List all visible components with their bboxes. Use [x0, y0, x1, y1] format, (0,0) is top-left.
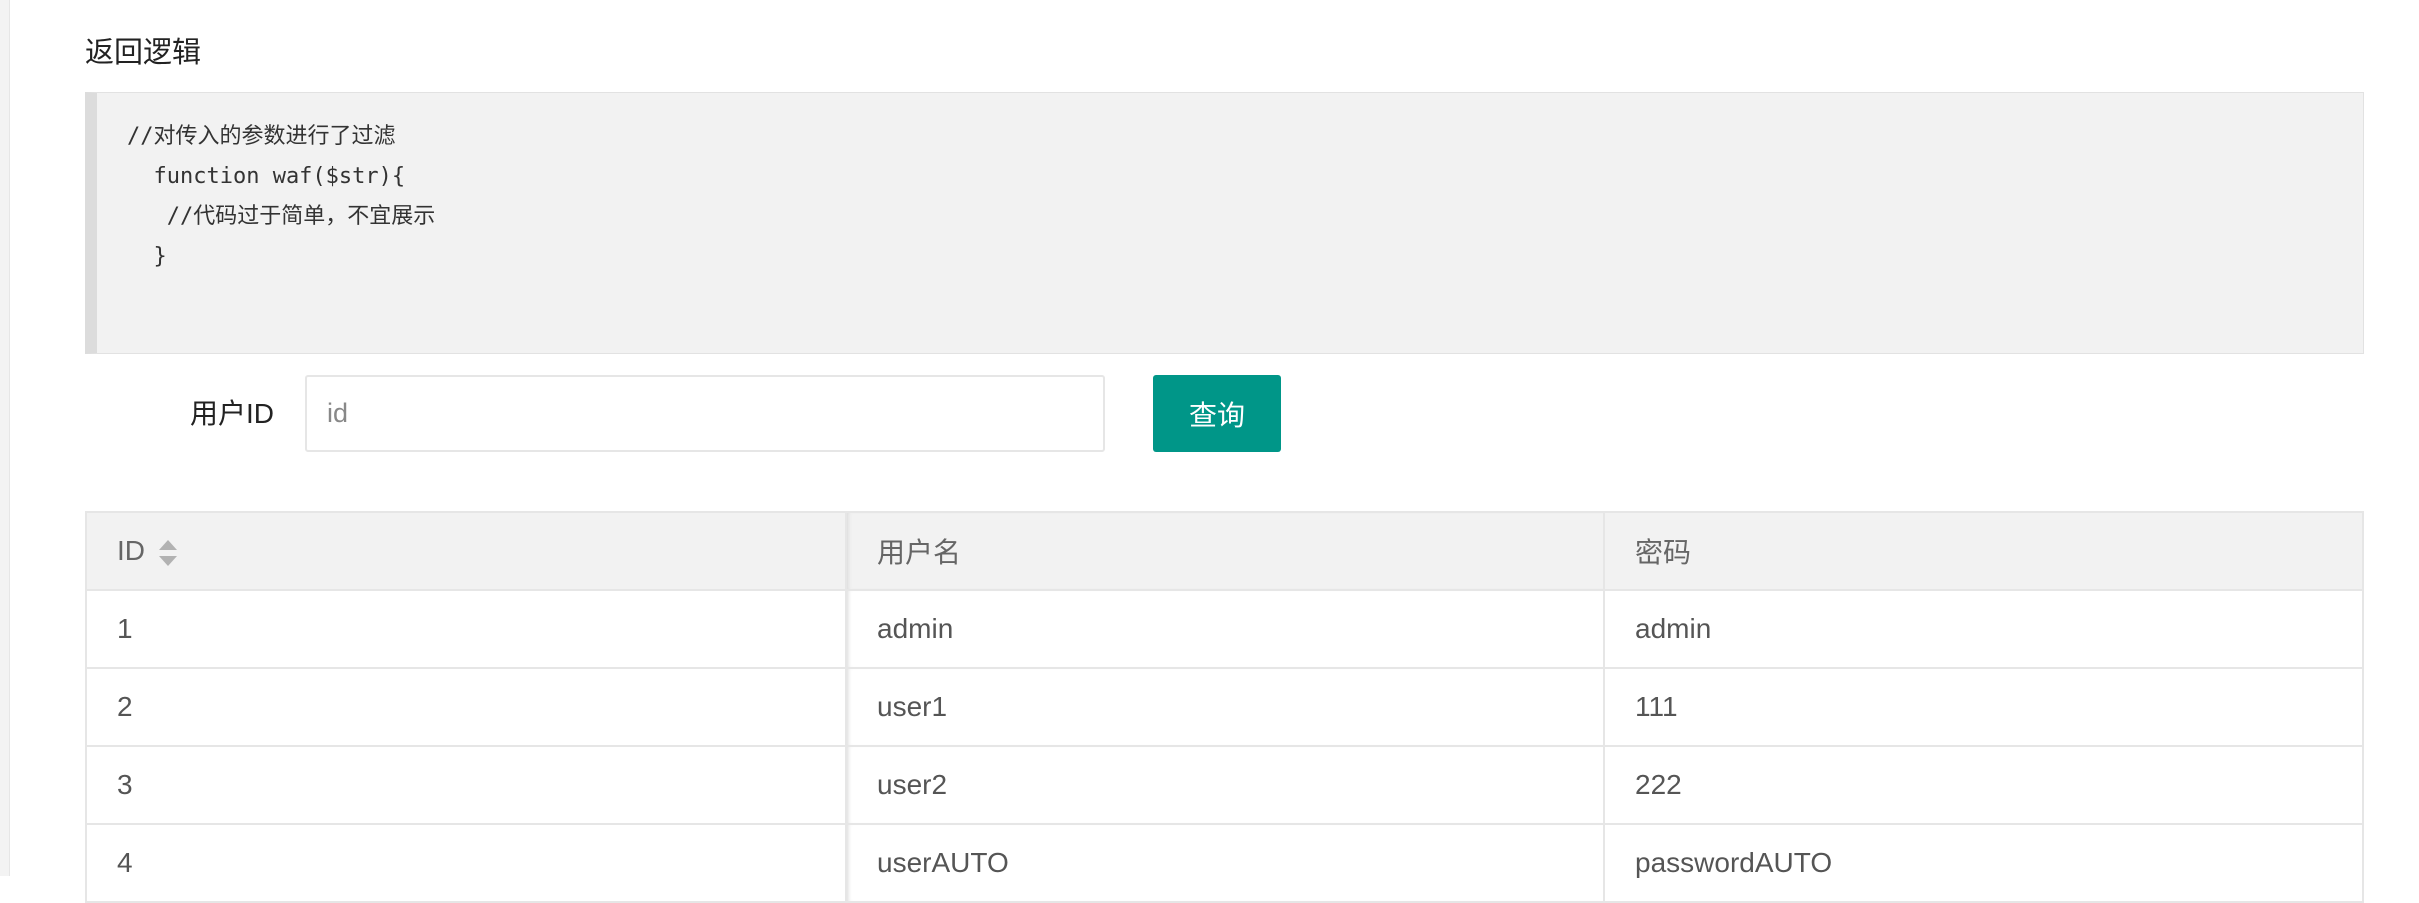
cell-username: user2	[845, 745, 1605, 825]
table-row: 1 admin admin	[85, 589, 2364, 669]
query-form: 用户ID 查询	[85, 375, 1385, 452]
cell-id: 3	[85, 745, 847, 825]
cell-username: user1	[845, 667, 1605, 747]
column-header-label: ID	[117, 535, 145, 566]
left-rail	[0, 0, 10, 876]
table-row: 4 userAUTO passwordAUTO	[85, 823, 2364, 903]
code-line: function waf($str){	[127, 164, 406, 189]
table-row: 3 user2 222	[85, 745, 2364, 825]
code-block: //对传入的参数进行了过滤 function waf($str){ //代码过于…	[85, 92, 2364, 354]
table-row: 2 user1 111	[85, 667, 2364, 747]
cell-password: passwordAUTO	[1603, 823, 2364, 903]
code-line: }	[127, 244, 167, 269]
cell-username: admin	[845, 589, 1605, 669]
sort-icon[interactable]	[159, 539, 177, 566]
column-header-id[interactable]: ID	[85, 511, 847, 591]
cell-id: 1	[85, 589, 847, 669]
cell-id: 4	[85, 823, 847, 903]
cell-password: admin	[1603, 589, 2364, 669]
code-line: //对传入的参数进行了过滤	[127, 124, 396, 149]
column-header-password: 密码	[1603, 511, 2364, 591]
users-table: ID 用户名 密码 1 admin admin 2 user1 111 3 us…	[85, 511, 2364, 903]
cell-id: 2	[85, 667, 847, 747]
section-title: 返回逻辑	[85, 37, 202, 69]
user-id-input[interactable]	[305, 375, 1105, 452]
column-header-username: 用户名	[845, 511, 1605, 591]
cell-password: 111	[1603, 667, 2364, 747]
cell-username: userAUTO	[845, 823, 1605, 903]
query-button[interactable]: 查询	[1153, 375, 1281, 452]
user-id-label: 用户ID	[190, 398, 275, 429]
cell-password: 222	[1603, 745, 2364, 825]
table-header-row: ID 用户名 密码	[85, 511, 2364, 591]
code-line: //代码过于简单，不宜展示	[127, 204, 436, 229]
